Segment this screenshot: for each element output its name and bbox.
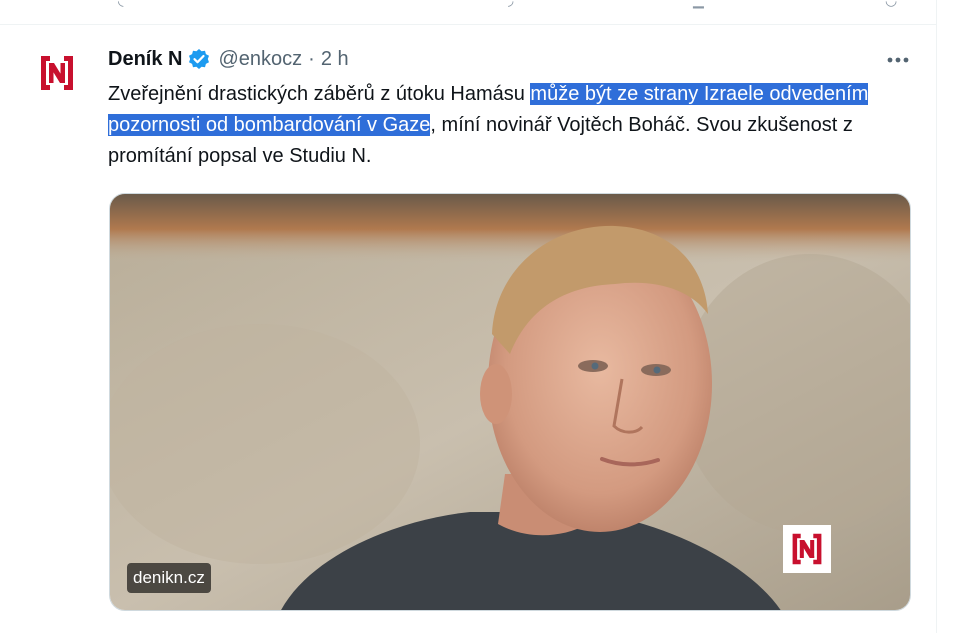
timeline-column: ◟ ◞ ▁ ◡ Deník N @enkocz · 2 h Zveřejnění… [0,0,937,633]
more-options-button[interactable] [878,45,918,75]
tweet-text-start: Zveřejnění drastických záběrů z útoku Ha… [108,83,531,105]
denik-n-logo-icon [41,56,73,90]
denik-n-watermark-icon [792,533,822,565]
verified-badge-icon [188,48,210,70]
avatar[interactable] [31,47,83,99]
tweet-text: Zveřejnění drastických záběrů z útoku Ha… [108,79,908,172]
more-options-icon [887,57,909,63]
tweet-header: Deník N @enkocz · 2 h [108,44,349,74]
tweet[interactable]: Deník N @enkocz · 2 h Zveřejnění drastic… [0,0,937,611]
separator: · [308,47,315,70]
photo-watermark-logo [783,525,831,573]
handle[interactable]: @enkocz [218,48,302,71]
link-domain-badge[interactable]: denikn.cz [127,563,211,593]
tweet-media-card[interactable]: denikn.cz [109,193,911,611]
timestamp[interactable]: 2 h [321,48,349,71]
display-name[interactable]: Deník N [108,48,182,71]
